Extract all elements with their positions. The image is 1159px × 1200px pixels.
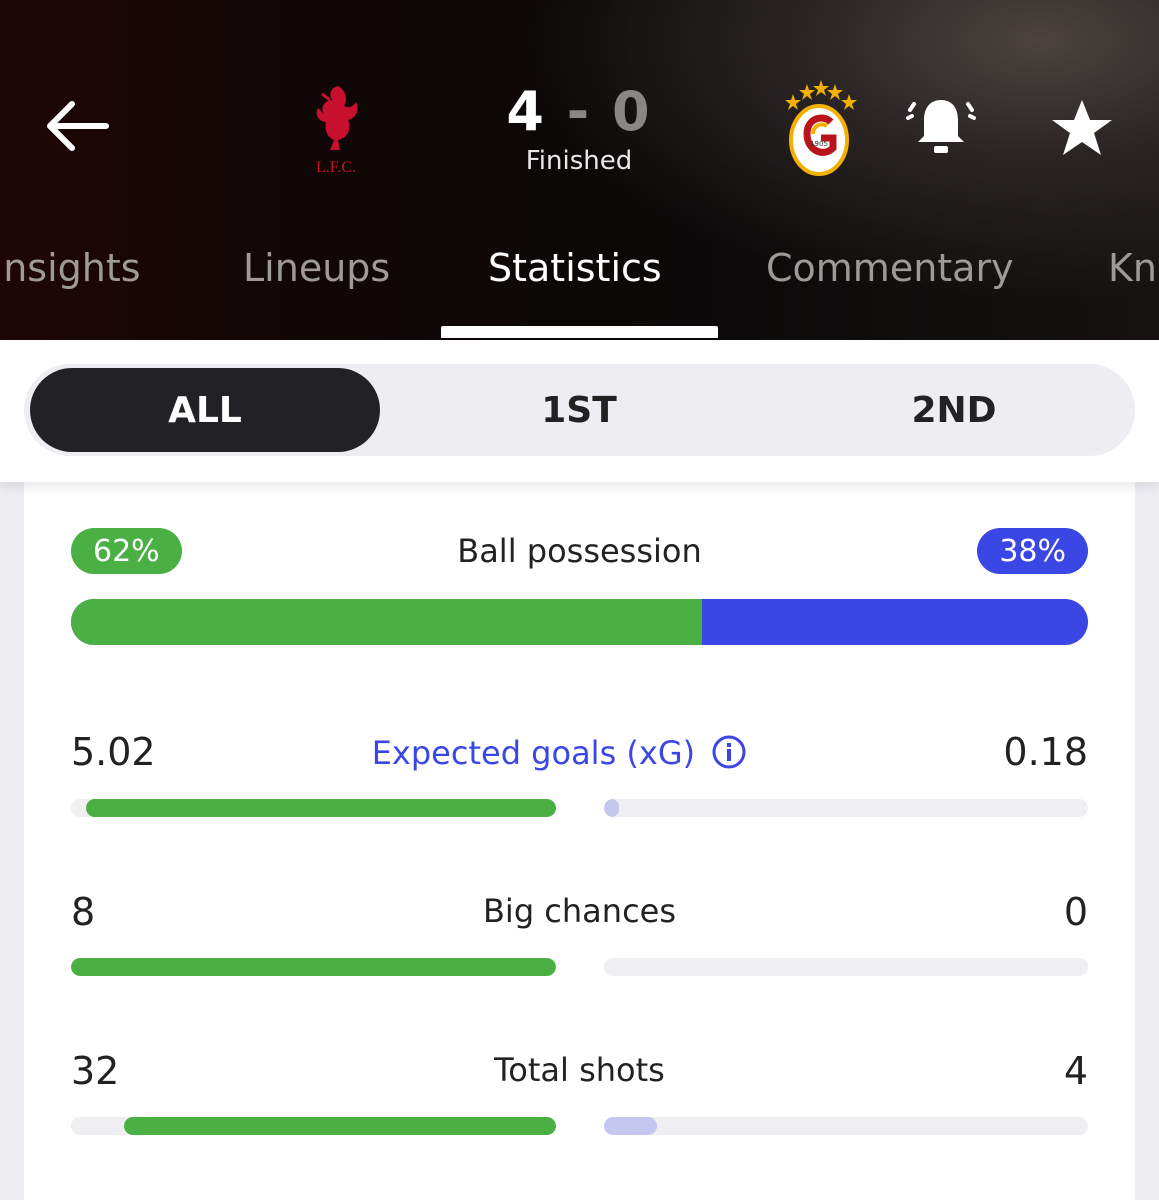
away-bar [604,799,1088,817]
tab-lineups[interactable]: Lineups [243,246,390,290]
match-tabs: Insights Lineups Statistics Commentary K… [0,240,1159,340]
away-bar [604,1117,1088,1135]
home-team-crest[interactable]: L.F.C. [300,78,372,178]
stat-title: Total shots [494,1051,665,1089]
tab-knockout[interactable]: Kn [1108,246,1157,290]
period-2nd-button[interactable]: 2ND [779,368,1129,452]
home-bar [71,1117,556,1135]
score-separator: - [566,80,592,143]
stat-title: Big chances [482,892,677,930]
score: 4 - 0 [479,80,679,144]
liverbird-icon: L.F.C. [316,86,358,176]
back-button[interactable] [40,96,114,156]
stat-title: Ball possession [457,532,702,570]
away-bar-fill [604,1117,658,1135]
period-selector: ALL 1ST 2ND [24,364,1135,456]
home-crest-text: L.F.C. [316,159,356,176]
match-status: Finished [525,146,633,176]
back-arrow-icon [47,101,109,151]
statistics-card: 62% Ball possession 38% 5.02 Expected go… [24,482,1135,1200]
bell-icon [906,100,976,153]
away-value: 4 [1063,1049,1088,1093]
away-value: 0 [1063,890,1088,934]
period-1st-button[interactable]: 1ST [404,368,754,452]
home-bar [71,799,556,817]
home-bar-fill [124,1117,556,1135]
home-score: 4 [506,80,546,143]
away-team-crest[interactable]: 1905 [779,78,859,178]
notifications-button[interactable] [906,92,976,162]
tab-insights[interactable]: Insights [0,246,141,290]
stat-title: Expected goals (xG) [371,734,696,772]
xg-info-link[interactable]: Expected goals (xG) [4,734,1115,772]
home-possession-fill [71,599,702,645]
tab-statistics[interactable]: Statistics [488,246,662,290]
away-possession-badge: 38% [977,528,1088,574]
home-bar-fill [71,958,556,976]
period-selector-bar: ALL 1ST 2ND [0,340,1159,482]
tab-commentary[interactable]: Commentary [766,246,1014,290]
scoreboard: 4 - 0 Finished [479,80,679,176]
possession-bar [71,599,1088,645]
info-icon [712,735,746,769]
galatasaray-crest-icon: 1905 [785,80,857,176]
star-icon [1052,100,1112,155]
home-bar-fill [85,799,556,817]
away-score: 0 [612,80,652,143]
away-crest-year: 1905 [810,140,828,148]
match-header: L.F.C. 4 - 0 Finished 1905 Insights Line… [0,0,1159,340]
period-all-button[interactable]: ALL [30,368,380,452]
away-value: 0.18 [1003,730,1088,774]
favorite-button[interactable] [1050,98,1114,158]
active-tab-indicator [441,326,718,338]
away-bar [604,958,1088,976]
home-bar [71,958,556,976]
away-bar-fill [604,799,619,817]
